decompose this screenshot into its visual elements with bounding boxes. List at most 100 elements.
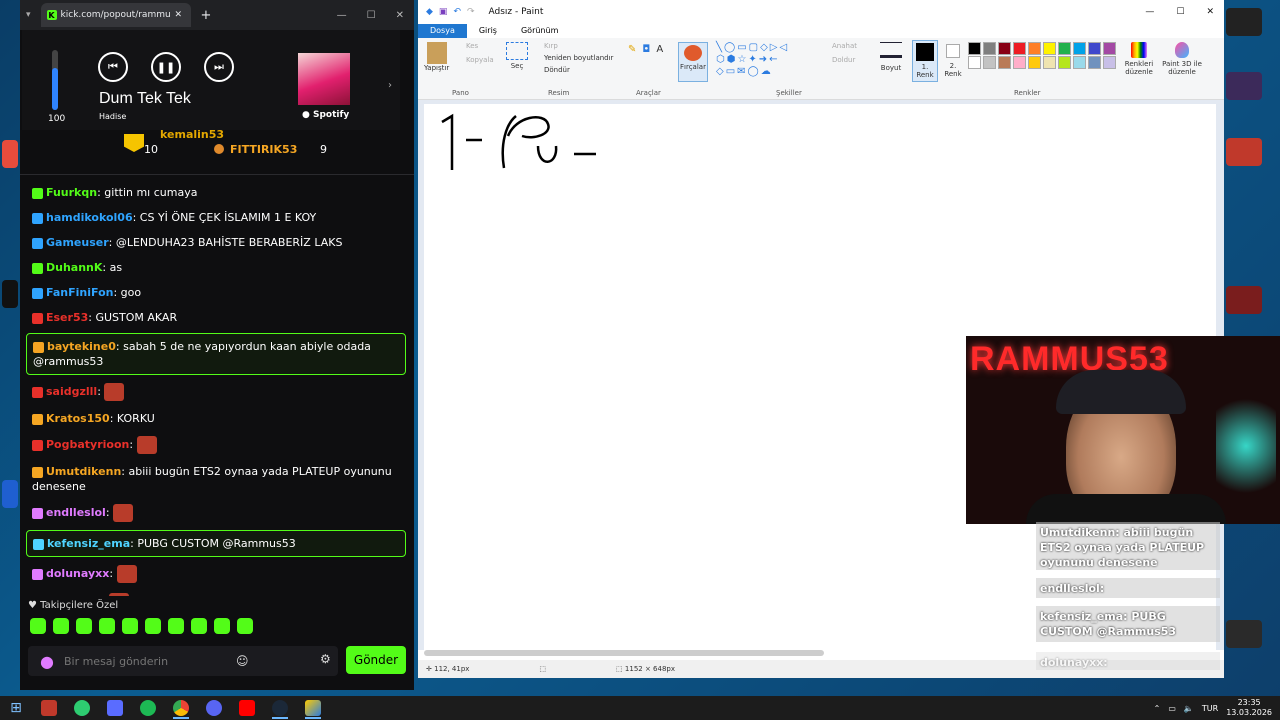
chat-username[interactable]: hamdikokol06	[46, 211, 133, 224]
taskbar-app-icon[interactable]	[33, 697, 65, 719]
chat-message-input[interactable]	[63, 654, 224, 668]
edit-colors-button[interactable]: Renkleri düzenle	[1122, 42, 1156, 76]
windows-start-icon[interactable]: ⊞	[0, 696, 32, 720]
horizontal-scrollbar[interactable]	[424, 650, 824, 656]
color-swatch[interactable]	[1028, 42, 1041, 55]
color-swatch[interactable]	[983, 56, 996, 69]
steam-taskbar-icon[interactable]	[264, 697, 296, 719]
shapes-gallery[interactable]: ╲◯▭▢◇▷◁ ⬡⬢☆✦➜← ◇▭✉◯☁	[716, 42, 816, 78]
pencil-icon[interactable]: ✎	[628, 44, 636, 55]
paste-button[interactable]: Yapıştır	[424, 42, 449, 72]
minimize-icon[interactable]: —	[1145, 7, 1154, 17]
emote-icon[interactable]	[214, 618, 230, 634]
color-swatch[interactable]	[1103, 42, 1116, 55]
spotify-taskbar-icon[interactable]	[132, 697, 164, 719]
settings-icon[interactable]: ⚙	[320, 652, 331, 666]
paint-taskbar-icon[interactable]	[297, 697, 329, 719]
emote-icon[interactable]	[99, 618, 115, 634]
color-swatch[interactable]	[1103, 56, 1116, 69]
chat-username[interactable]: saidgzlll	[46, 385, 97, 398]
maximize-icon[interactable]: ☐	[367, 10, 376, 21]
tray-expand-icon[interactable]: ⌃	[1154, 704, 1161, 713]
color-swatch[interactable]	[1043, 56, 1056, 69]
color-swatch[interactable]	[968, 42, 981, 55]
chat-username[interactable]: FanFiniFon	[46, 286, 113, 299]
desktop-icon[interactable]	[2, 280, 18, 308]
tab-file[interactable]: Dosya	[418, 24, 467, 38]
select-button[interactable]: Seç	[506, 42, 528, 70]
color-swatch[interactable]	[1013, 56, 1026, 69]
emote-icon[interactable]	[30, 618, 46, 634]
emote-icon[interactable]	[53, 618, 69, 634]
crop-button[interactable]: Kırp	[544, 42, 558, 50]
emote-icon[interactable]	[237, 618, 253, 634]
outline-button[interactable]: Anahat	[832, 42, 857, 50]
chat-username[interactable]: Gameuser	[46, 236, 109, 249]
color-swatch[interactable]	[983, 42, 996, 55]
tab-view[interactable]: Görünüm	[509, 24, 570, 38]
cut-button[interactable]: Kes	[466, 42, 478, 50]
clock[interactable]: 23:35 13.03.2026	[1226, 698, 1272, 718]
chat-username[interactable]: Fuurkqn	[46, 186, 97, 199]
resize-button[interactable]: Yeniden boyutlandır	[544, 54, 613, 62]
tab-home[interactable]: Giriş	[467, 24, 509, 38]
emote-icon[interactable]	[76, 618, 92, 634]
network-icon[interactable]: ▭	[1168, 704, 1176, 713]
volume-icon[interactable]: 🔈	[1184, 704, 1194, 713]
desktop-icon[interactable]	[1226, 8, 1262, 36]
close-window-icon[interactable]: ✕	[1206, 7, 1214, 17]
chat-username[interactable]: dolunayxx	[46, 567, 109, 580]
fill-icon[interactable]: ◘	[642, 44, 650, 55]
taskbar-app-icon[interactable]	[198, 697, 230, 719]
minimize-icon[interactable]: —	[337, 10, 347, 21]
chat-username[interactable]: kefensiz_ema	[47, 537, 130, 550]
chat-username[interactable]: Kratos150	[46, 412, 110, 425]
emote-icon[interactable]	[122, 618, 138, 634]
redo-icon[interactable]: ↷	[467, 7, 475, 17]
desktop-icon[interactable]	[1226, 72, 1262, 100]
color1-button[interactable]: 1. Renk	[912, 40, 938, 82]
chrome-taskbar-icon[interactable]	[165, 697, 197, 719]
color-swatch[interactable]	[1073, 56, 1086, 69]
chat-username[interactable]: Umutdikenn	[46, 465, 121, 478]
copy-button[interactable]: Kopyala	[466, 56, 494, 64]
youtube-taskbar-icon[interactable]	[231, 697, 263, 719]
color-swatch[interactable]	[1058, 42, 1071, 55]
previous-track-icon[interactable]: ⏮	[98, 52, 128, 82]
desktop-icon[interactable]	[1226, 620, 1262, 648]
color-swatch[interactable]	[968, 56, 981, 69]
emoji-icon[interactable]: ☺	[236, 654, 249, 668]
color-swatch[interactable]	[1073, 42, 1086, 55]
maximize-icon[interactable]: ☐	[1176, 7, 1184, 17]
tab-search-icon[interactable]: ▾	[26, 10, 31, 20]
browser-tab[interactable]: K kick.com/popout/rammus53/ch ✕	[40, 3, 191, 27]
chat-username[interactable]: endlleslol	[46, 506, 106, 519]
size-button[interactable]: Boyut	[880, 42, 902, 72]
paint3d-button[interactable]: Paint 3D ile düzenle	[1160, 42, 1204, 76]
emote-icon[interactable]	[191, 618, 207, 634]
input-language[interactable]: TUR	[1202, 704, 1218, 713]
chat-username[interactable]: Eser53	[46, 311, 88, 324]
emote-icon[interactable]	[168, 618, 184, 634]
color2-button[interactable]: 2. Renk	[942, 40, 964, 78]
send-button[interactable]: Gönder	[346, 646, 406, 674]
color-swatch[interactable]	[1088, 56, 1101, 69]
color-swatch[interactable]	[1088, 42, 1101, 55]
microphone-icon[interactable]: ●	[40, 652, 54, 671]
color-swatch[interactable]	[1058, 56, 1071, 69]
close-window-icon[interactable]: ✕	[396, 10, 404, 21]
desktop-icon[interactable]	[2, 480, 18, 508]
undo-icon[interactable]: ↶	[453, 7, 461, 17]
color-swatch[interactable]	[1013, 42, 1026, 55]
pause-icon[interactable]: ❚❚	[151, 52, 181, 82]
emote-icon[interactable]	[145, 618, 161, 634]
new-tab-button[interactable]: +	[201, 8, 212, 23]
chat-username[interactable]: baytekine0	[47, 340, 116, 353]
color-swatch[interactable]	[1028, 56, 1041, 69]
color-swatch[interactable]	[1043, 42, 1056, 55]
next-track-icon[interactable]: ⏭	[204, 52, 234, 82]
brushes-button[interactable]: Fırçalar	[678, 42, 708, 82]
fill-dropdown[interactable]: Doldur	[832, 56, 855, 64]
taskbar-app-icon[interactable]	[99, 697, 131, 719]
chevron-right-icon[interactable]: ›	[388, 80, 392, 91]
